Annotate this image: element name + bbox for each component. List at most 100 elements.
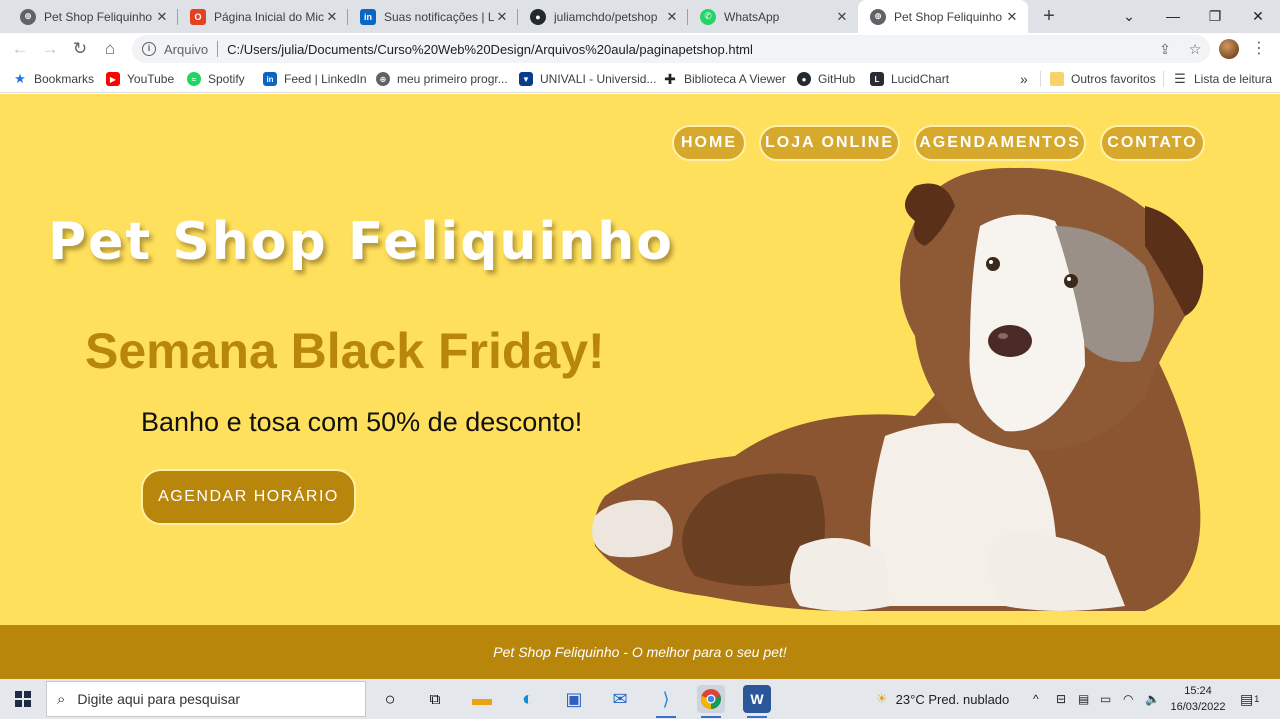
browser-tab[interactable]: O Página Inicial do Micr ✕ (178, 2, 348, 31)
edge-icon[interactable]: ◐ (514, 685, 542, 713)
nav-link-loja-online[interactable]: LOJA ONLINE (759, 125, 900, 161)
mail-icon[interactable]: ✉ (606, 685, 634, 713)
bookmark-item[interactable]: in Feed | LinkedIn (263, 71, 367, 87)
notification-icon: ▤ (1240, 690, 1254, 707)
weather-icon: ☀ (876, 691, 888, 706)
browser-tab[interactable]: ● juliamchdo/petshop ✕ (518, 2, 688, 31)
globe-icon: ⊕ (870, 8, 886, 25)
notification-center-button[interactable]: ▤ 1 (1240, 679, 1259, 719)
bookmark-item[interactable]: ▶ YouTube (106, 71, 174, 87)
browser-menu-button[interactable]: ⋮ (1250, 38, 1268, 58)
linkedin-icon: in (263, 72, 277, 86)
other-favorites-folder[interactable]: Outros favoritos (1050, 71, 1156, 87)
bookmark-item[interactable]: ✚ Biblioteca A Viewer (663, 71, 786, 87)
meet-now-icon[interactable]: ⊟ (1056, 679, 1066, 719)
bookmarks-overflow-button[interactable]: » (1020, 71, 1028, 87)
nav-link-agendamentos[interactable]: AGENDAMENTOS (914, 125, 1086, 161)
linkedin-icon: in (360, 8, 376, 25)
profile-avatar[interactable] (1219, 39, 1239, 59)
new-tab-button[interactable]: + (1038, 5, 1060, 27)
bookmark-item[interactable]: ★ Bookmarks (13, 71, 94, 87)
word-icon[interactable]: W (743, 685, 771, 718)
cortana-icon[interactable]: ○ (376, 685, 404, 713)
bookmark-item[interactable]: ● GitHub (797, 71, 855, 87)
browser-tab[interactable]: ⊕ Pet Shop Feliquinho ✕ (8, 2, 178, 31)
bookmark-label: Biblioteca A Viewer (684, 72, 786, 86)
reload-button[interactable]: ↻ (69, 38, 91, 60)
tab-title: juliamchdo/petshop (554, 9, 658, 24)
tab-title: Pet Shop Feliquinho (894, 9, 1003, 24)
tab-search-button[interactable]: ⌄ (1109, 3, 1149, 29)
close-icon[interactable]: ✕ (834, 9, 850, 25)
star-icon: ★ (14, 71, 26, 86)
network-icon[interactable]: ▤ (1078, 679, 1089, 719)
window-close-button[interactable]: ✕ (1238, 3, 1278, 29)
bookmark-star-icon[interactable]: ☆ (1180, 41, 1210, 58)
minimize-button[interactable]: — (1153, 3, 1193, 29)
tab-title: Pet Shop Feliquinho (44, 9, 153, 24)
file-explorer-icon[interactable]: ▬ (468, 685, 496, 713)
address-protocol-label: Arquivo (164, 41, 209, 57)
nav-link-home[interactable]: HOME (672, 125, 746, 161)
browser-toolbar: ← → ↻ ⌂ i Arquivo C:/Users/julia/Documen… (0, 33, 1280, 65)
tab-title: Página Inicial do Micr (214, 9, 324, 24)
close-icon[interactable]: ✕ (1004, 9, 1020, 25)
site-title: Pet Shop Feliquinho (48, 212, 675, 272)
close-icon[interactable]: ✕ (324, 9, 340, 25)
site-footer: Pet Shop Feliquinho - O melhor para o se… (0, 625, 1280, 679)
back-button[interactable]: ← (9, 38, 31, 60)
restore-button[interactable]: ❐ (1195, 3, 1235, 29)
volume-icon[interactable]: 🔈 (1145, 679, 1160, 719)
address-divider (217, 41, 219, 57)
globe-icon: ⊕ (20, 8, 36, 25)
tab-title: WhatsApp (724, 9, 780, 24)
bookmark-item[interactable]: ⊕ meu primeiro progr... (376, 71, 508, 87)
browser-tab[interactable]: ✆ WhatsApp ✕ (688, 2, 858, 31)
close-icon[interactable]: ✕ (494, 9, 510, 25)
windows-taskbar: ⌕ Digite aqui para pesquisar ○ ⧉ ▬ ◐ ▣ ✉… (0, 679, 1280, 719)
weather-text: 23°C Pred. nublado (895, 691, 1010, 707)
tab-title: Suas notificações | Lin (384, 9, 494, 24)
whatsapp-icon: ✆ (700, 8, 716, 25)
browser-tab[interactable]: in Suas notificações | Lin ✕ (348, 2, 518, 31)
github-icon: ● (530, 8, 546, 25)
close-icon[interactable]: ✕ (154, 9, 170, 25)
footer-text: Pet Shop Feliquinho - O melhor para o se… (493, 644, 787, 660)
battery-icon[interactable]: ▭ (1100, 679, 1111, 719)
vscode-icon[interactable]: ⟩ (652, 685, 680, 718)
wifi-icon[interactable]: ◠ (1123, 679, 1133, 719)
start-button[interactable] (0, 679, 46, 719)
info-icon[interactable]: i (142, 42, 156, 56)
bookmark-label: Lista de leitura (1194, 72, 1273, 86)
bookmark-label: Feed | LinkedIn (284, 72, 367, 86)
spotify-icon: ≈ (187, 72, 201, 86)
reading-list-icon: ☰ (1174, 71, 1186, 86)
weather-widget[interactable]: ☀ 23°C Pred. nublado (876, 679, 1009, 719)
tray-show-hidden[interactable]: ^ (1033, 679, 1039, 719)
notification-count: 1 (1254, 694, 1260, 704)
store-icon[interactable]: ▣ (560, 685, 588, 713)
windows-logo-icon (15, 691, 31, 707)
clock-time: 15:24 (1184, 685, 1212, 697)
reading-list-button[interactable]: ☰ Lista de leitura (1173, 71, 1272, 87)
bookmarks-divider (1040, 71, 1041, 87)
taskbar-search-box[interactable]: ⌕ Digite aqui para pesquisar (46, 681, 366, 717)
bookmark-item[interactable]: L LucidChart (870, 71, 949, 87)
task-view-icon[interactable]: ⧉ (421, 685, 449, 713)
browser-tab-active[interactable]: ⊕ Pet Shop Feliquinho ✕ (858, 0, 1028, 33)
github-icon: ● (797, 72, 811, 86)
taskbar-clock[interactable]: 15:24 16/03/2022 (1168, 683, 1228, 715)
bookmark-item[interactable]: ≈ Spotify (187, 71, 245, 87)
forward-button[interactable]: → (39, 38, 61, 60)
close-icon[interactable]: ✕ (664, 9, 680, 25)
chrome-icon[interactable] (697, 685, 725, 718)
address-bar[interactable]: i Arquivo C:/Users/julia/Documents/Curso… (132, 35, 1210, 63)
bookmark-label: Spotify (208, 72, 245, 86)
share-icon[interactable]: ⇪ (1150, 41, 1180, 58)
address-url[interactable]: C:/Users/julia/Documents/Curso%20Web%20D… (227, 42, 1150, 57)
home-button[interactable]: ⌂ (99, 38, 121, 60)
promo-subtitle: Banho e tosa com 50% de desconto! (141, 407, 583, 437)
nav-link-contato[interactable]: CONTATO (1100, 125, 1205, 161)
schedule-button[interactable]: AGENDAR HORÁRIO (141, 469, 356, 525)
bookmark-item[interactable]: ▼ UNIVALI - Universid... (519, 71, 656, 87)
